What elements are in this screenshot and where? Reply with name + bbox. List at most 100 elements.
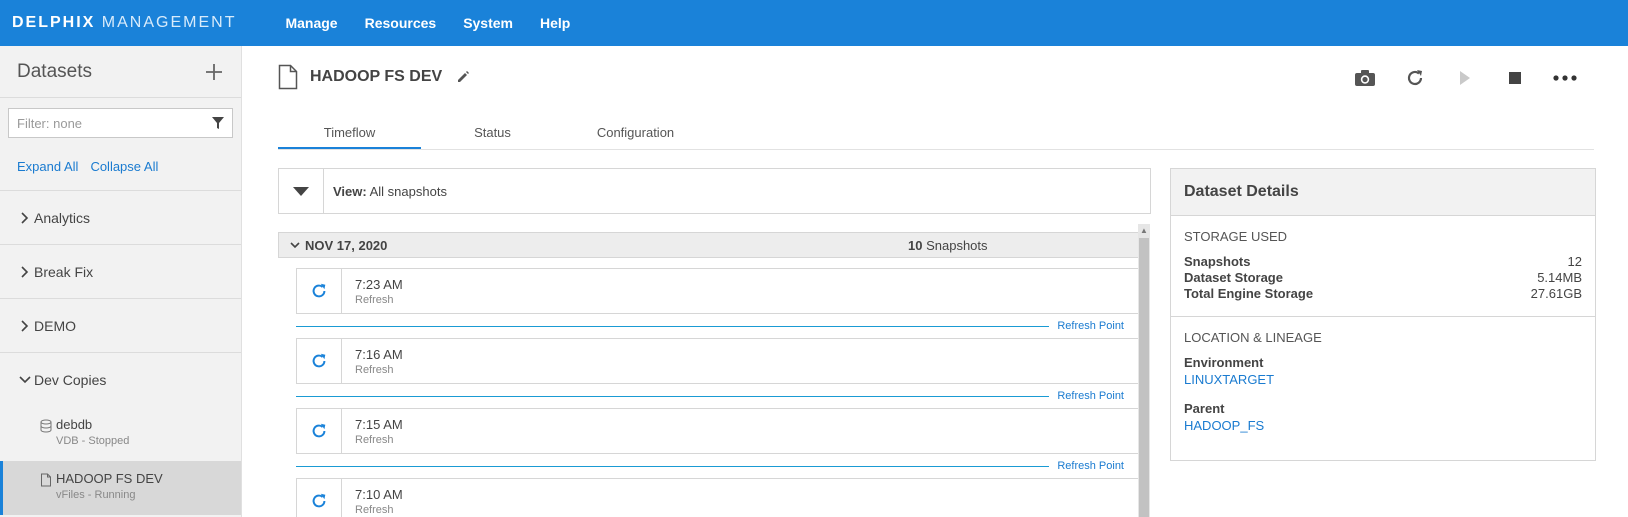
camera-icon [1355, 70, 1375, 86]
scroll-up-icon[interactable]: ▲ [1140, 226, 1148, 235]
sidebar-title: Datasets [17, 60, 92, 82]
filter-icon[interactable] [212, 117, 224, 129]
chevron-right-icon [21, 319, 29, 332]
nav-manage[interactable]: Manage [285, 15, 337, 31]
refresh-point-marker: Refresh Point [296, 454, 1124, 478]
more-options-button[interactable] [1540, 75, 1590, 81]
storage-caption: STORAGE USED [1184, 229, 1288, 244]
main-content: HADOOP FS DEV Timeflow Status Configurat… [242, 46, 1628, 517]
snapshot-type: Refresh [355, 294, 394, 306]
parent-link[interactable]: HADOOP_FS [1184, 418, 1582, 433]
refresh-point-link[interactable]: Refresh Point [1057, 460, 1124, 472]
chevron-down-icon [290, 242, 300, 249]
dataset-status: VDB - Stopped [56, 435, 130, 447]
snapshot-button[interactable] [1340, 69, 1390, 87]
snapshot-card[interactable]: 7:16 AM Refresh [296, 338, 1142, 384]
snapshot-time: 7:10 AM [355, 487, 403, 502]
refresh-point-link[interactable]: Refresh Point [1057, 390, 1124, 402]
snapshot-type: Refresh [355, 504, 394, 516]
collapse-all-link[interactable]: Collapse All [90, 159, 158, 174]
location-section: LOCATION & LINEAGE Environment LINUXTARG… [1171, 317, 1595, 433]
snapshot-card[interactable]: 7:23 AM Refresh [296, 268, 1142, 314]
group-demo[interactable]: DEMO [0, 299, 241, 353]
sidebar: Datasets Expand All Collapse All Analyti… [0, 46, 242, 517]
snapshot-time: 7:23 AM [355, 277, 403, 292]
group-break-fix[interactable]: Break Fix [0, 245, 241, 299]
database-icon [40, 419, 52, 433]
snapshot-count: 10 Snapshots [908, 237, 988, 253]
environment-link[interactable]: LINUXTARGET [1184, 372, 1582, 387]
group-label: DEMO [34, 317, 76, 334]
chevron-right-icon [21, 265, 29, 278]
tab-bar: Timeflow Status Configuration [278, 116, 1594, 150]
view-label: View: All snapshots [333, 183, 447, 199]
add-dataset-icon[interactable] [204, 62, 224, 82]
refresh-button[interactable] [1390, 68, 1440, 88]
environment-label: Environment [1184, 355, 1264, 370]
nav-help[interactable]: Help [540, 15, 570, 31]
view-selector: View: All snapshots [278, 168, 1151, 214]
chevron-right-icon [21, 211, 29, 224]
scrollbar-thumb[interactable] [1139, 238, 1149, 517]
nav-resources[interactable]: Resources [365, 15, 437, 31]
group-analytics[interactable]: Analytics [0, 191, 241, 245]
start-button[interactable] [1440, 70, 1490, 86]
tab-status[interactable]: Status [421, 116, 564, 149]
group-dev-copies[interactable]: Dev Copies [0, 353, 241, 407]
refresh-point-link[interactable]: Refresh Point [1057, 320, 1124, 332]
dataset-item-hadoop-fs-dev[interactable]: HADOOP FS DEV vFiles - Running [0, 461, 241, 515]
top-bar: DELPHIX MANAGEMENT Manage Resources Syst… [0, 0, 1628, 46]
page-title: HADOOP FS DEV [310, 68, 443, 85]
dataset-status: vFiles - Running [56, 489, 136, 501]
location-caption: LOCATION & LINEAGE [1184, 330, 1322, 345]
refresh-icon [1407, 70, 1423, 86]
view-toggle-button[interactable] [279, 169, 324, 213]
refresh-icon [312, 493, 326, 508]
edit-pencil-icon[interactable] [456, 70, 470, 84]
day-header[interactable]: NOV 17, 2020 10 Snapshots [278, 232, 1142, 258]
file-icon [41, 473, 51, 487]
storage-section: STORAGE USED Snapshots 12 Dataset Storage… [1171, 216, 1595, 317]
timeflow-scrollbar[interactable]: ▲ [1138, 224, 1150, 517]
action-toolbar [1340, 68, 1590, 88]
dataset-item-debdb[interactable]: debdb VDB - Stopped [0, 407, 241, 461]
details-title: Dataset Details [1171, 169, 1595, 216]
stop-icon [1509, 72, 1521, 84]
refresh-icon [312, 423, 326, 438]
nav-system[interactable]: System [463, 15, 513, 31]
refresh-icon [312, 283, 326, 298]
play-icon [1460, 71, 1470, 85]
snapshot-time: 7:16 AM [355, 347, 403, 362]
group-label: Dev Copies [34, 372, 107, 388]
expand-all-link[interactable]: Expand All [17, 159, 78, 174]
tab-timeflow[interactable]: Timeflow [278, 116, 421, 149]
expand-collapse-links: Expand All Collapse All [0, 143, 241, 191]
tab-configuration[interactable]: Configuration [564, 116, 707, 149]
filter-input[interactable] [17, 115, 197, 131]
storage-row: Total Engine Storage 27.61GB [1184, 286, 1582, 301]
more-horizontal-icon [1553, 75, 1577, 81]
brand-logo: DELPHIX MANAGEMENT [12, 14, 237, 31]
snapshot-type: Refresh [355, 364, 394, 376]
filter-box [8, 108, 233, 138]
snapshot-time: 7:15 AM [355, 417, 403, 432]
view-value: All snapshots [369, 183, 447, 199]
storage-row: Dataset Storage 5.14MB [1184, 270, 1582, 285]
group-label: Analytics [34, 209, 91, 226]
day-date: NOV 17, 2020 [305, 237, 388, 253]
top-nav: Manage Resources System Help [258, 15, 570, 31]
dataset-name: debdb [56, 417, 93, 432]
stop-button[interactable] [1490, 71, 1540, 85]
dataset-title-row: HADOOP FS DEV [278, 64, 470, 90]
dataset-name: HADOOP FS DEV [56, 471, 163, 486]
snapshot-card[interactable]: 7:10 AM Refresh [296, 478, 1142, 517]
snapshot-card[interactable]: 7:15 AM Refresh [296, 408, 1142, 454]
refresh-icon [312, 353, 326, 368]
timeflow-list: NOV 17, 2020 10 Snapshots 7:23 AM Refresh… [278, 232, 1142, 517]
chevron-down-icon [19, 376, 31, 384]
dataset-details-panel: Dataset Details STORAGE USED Snapshots 12… [1170, 168, 1596, 461]
caret-down-icon [293, 186, 309, 196]
refresh-point-marker: Refresh Point [296, 314, 1124, 338]
storage-row: Snapshots 12 [1184, 254, 1582, 269]
refresh-point-marker: Refresh Point [296, 384, 1124, 408]
